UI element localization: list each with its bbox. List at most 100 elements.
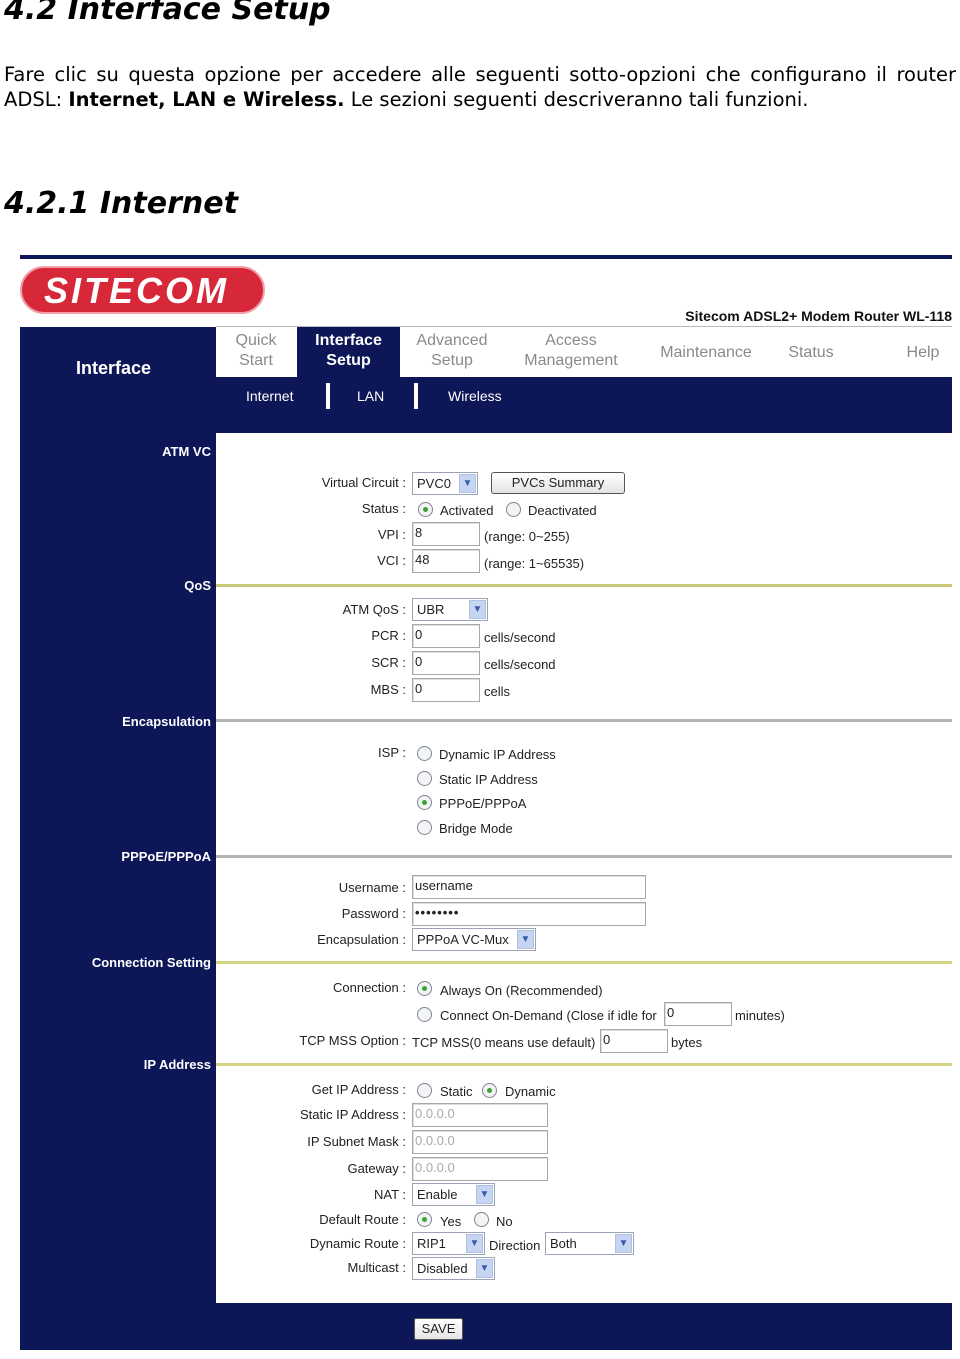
label: Encapsulation : [317, 932, 406, 947]
label: Dynamic Route : [309, 1236, 406, 1251]
label: VCI : [377, 553, 406, 568]
gateway-input[interactable]: 0.0.0.0 [412, 1157, 548, 1181]
divider [326, 383, 330, 409]
label: Default Route : [319, 1212, 406, 1227]
status-deactivated-radio[interactable] [506, 502, 521, 517]
vci-input[interactable]: 48 [412, 549, 480, 573]
isp-dynamic-radio[interactable] [417, 746, 432, 761]
virtual-circuit-select[interactable]: PVC0 ▼ [412, 472, 478, 495]
isp-bridge-radio[interactable] [417, 820, 432, 835]
radio-label: Dynamic [505, 1084, 556, 1099]
tcp-mss-input[interactable]: 0 [600, 1029, 668, 1053]
section-connection: Connection Setting [91, 955, 211, 970]
tab-access-management[interactable]: Access Management [516, 331, 626, 371]
dynamic-route-select[interactable]: RIP1 ▼ [412, 1232, 485, 1255]
sitecom-logo: SITECOM [20, 266, 265, 314]
footer-bar [216, 1303, 952, 1350]
top-rule [20, 255, 952, 259]
unit: bytes [671, 1035, 703, 1050]
label: VPI : [377, 527, 406, 542]
para-bold: Internet, LAN e Wireless. [68, 88, 345, 111]
pvcs-summary-button[interactable]: PVCs Summary [491, 472, 625, 494]
sidebar [20, 327, 216, 1350]
ip-static-radio[interactable] [417, 1083, 432, 1098]
section-ip-address: IP Address [143, 1057, 211, 1072]
idle-minutes-input[interactable]: 0 [664, 1002, 732, 1026]
mss-text: TCP MSS(0 means use default) [412, 1035, 596, 1050]
connection-always-on-radio[interactable] [417, 981, 432, 996]
section-atm-vc: ATM VC [162, 444, 211, 459]
label: ISP : [378, 745, 406, 760]
save-button[interactable]: SAVE [414, 1318, 463, 1340]
logo-text: SITECOM [44, 270, 230, 311]
label: NAT : [373, 1187, 406, 1202]
radio-label: Bridge Mode [439, 821, 513, 836]
tab-advanced-setup[interactable]: Advanced Setup [408, 331, 496, 371]
tab-help[interactable]: Help [898, 343, 948, 363]
section-encapsulation: Encapsulation [122, 714, 211, 729]
unit: cells [484, 684, 511, 699]
label: Get IP Address : [311, 1082, 406, 1097]
tab-status[interactable]: Status [782, 343, 840, 363]
label: MBS : [370, 682, 406, 697]
tab-quick-start[interactable]: Quick Start [226, 331, 286, 371]
label: Connection : [333, 980, 406, 995]
encapsulation-select[interactable]: PPPoA VC-Mux ▼ [412, 928, 536, 951]
label: Status : [361, 501, 406, 516]
radio-label: PPPoE/PPPoA [439, 796, 527, 811]
username-input[interactable]: username [412, 875, 646, 899]
subtab-internet[interactable]: Internet [246, 388, 293, 404]
model-name: Sitecom ADSL2+ Modem Router WL-118 [685, 308, 952, 324]
tab-interface-setup[interactable]: Interface Setup [297, 331, 400, 371]
label: Static IP Address : [300, 1107, 406, 1122]
direction-select[interactable]: Both ▼ [545, 1232, 634, 1255]
divider [414, 383, 418, 409]
static-ip-input[interactable]: 0.0.0.0 [412, 1103, 548, 1127]
unit: cells/second [484, 657, 556, 672]
label: Password : [341, 906, 406, 921]
default-route-yes-radio[interactable] [417, 1212, 432, 1227]
separator [216, 719, 952, 722]
unit: cells/second [484, 630, 556, 645]
status-activated-radio[interactable] [418, 502, 433, 517]
isp-static-radio[interactable] [417, 771, 432, 786]
isp-pppoe-radio[interactable] [417, 795, 432, 810]
subsection-heading: 4.2.1 Internet [4, 186, 238, 221]
subtab-lan[interactable]: LAN [357, 388, 384, 404]
subnet-mask-input[interactable]: 0.0.0.0 [412, 1130, 548, 1154]
radio-label: No [496, 1214, 513, 1229]
pcr-input[interactable]: 0 [412, 624, 480, 648]
radio-label: Yes [440, 1214, 462, 1229]
section-qos: QoS [184, 578, 211, 593]
default-route-no-radio[interactable] [474, 1212, 489, 1227]
label: PCR : [371, 628, 406, 643]
radio-label: Static IP Address [439, 772, 538, 787]
separator [216, 1063, 952, 1066]
radio-label: Connect On-Demand (Close if idle for [440, 1008, 657, 1023]
vpi-input[interactable]: 8 [412, 522, 480, 546]
chevron-down-icon: ▼ [476, 1259, 493, 1278]
radio-label: Activated [440, 503, 494, 518]
label: SCR : [371, 655, 406, 670]
section-pppoe: PPPoE/PPPoA [121, 849, 211, 864]
mbs-input[interactable]: 0 [412, 678, 480, 702]
unit: minutes) [735, 1008, 785, 1023]
label: TCP MSS Option : [299, 1033, 406, 1048]
chevron-down-icon: ▼ [615, 1234, 632, 1253]
nat-select[interactable]: Enable ▼ [412, 1183, 495, 1206]
connection-on-demand-radio[interactable] [417, 1007, 432, 1022]
multicast-select[interactable]: Disabled ▼ [412, 1257, 495, 1280]
scr-input[interactable]: 0 [412, 651, 480, 675]
tab-maintenance[interactable]: Maintenance [652, 343, 760, 363]
atm-qos-select[interactable]: UBR ▼ [412, 598, 488, 621]
password-input[interactable]: •••••••• [412, 902, 646, 926]
radio-label: Dynamic IP Address [439, 747, 556, 762]
radio-label: Static [440, 1084, 473, 1099]
label: Multicast : [347, 1260, 406, 1275]
subtab-wireless[interactable]: Wireless [448, 388, 502, 404]
ip-dynamic-radio[interactable] [482, 1083, 497, 1098]
chevron-down-icon: ▼ [466, 1234, 483, 1253]
separator [216, 855, 952, 858]
radio-label: Always On (Recommended) [440, 983, 603, 998]
chevron-down-icon: ▼ [469, 600, 486, 619]
